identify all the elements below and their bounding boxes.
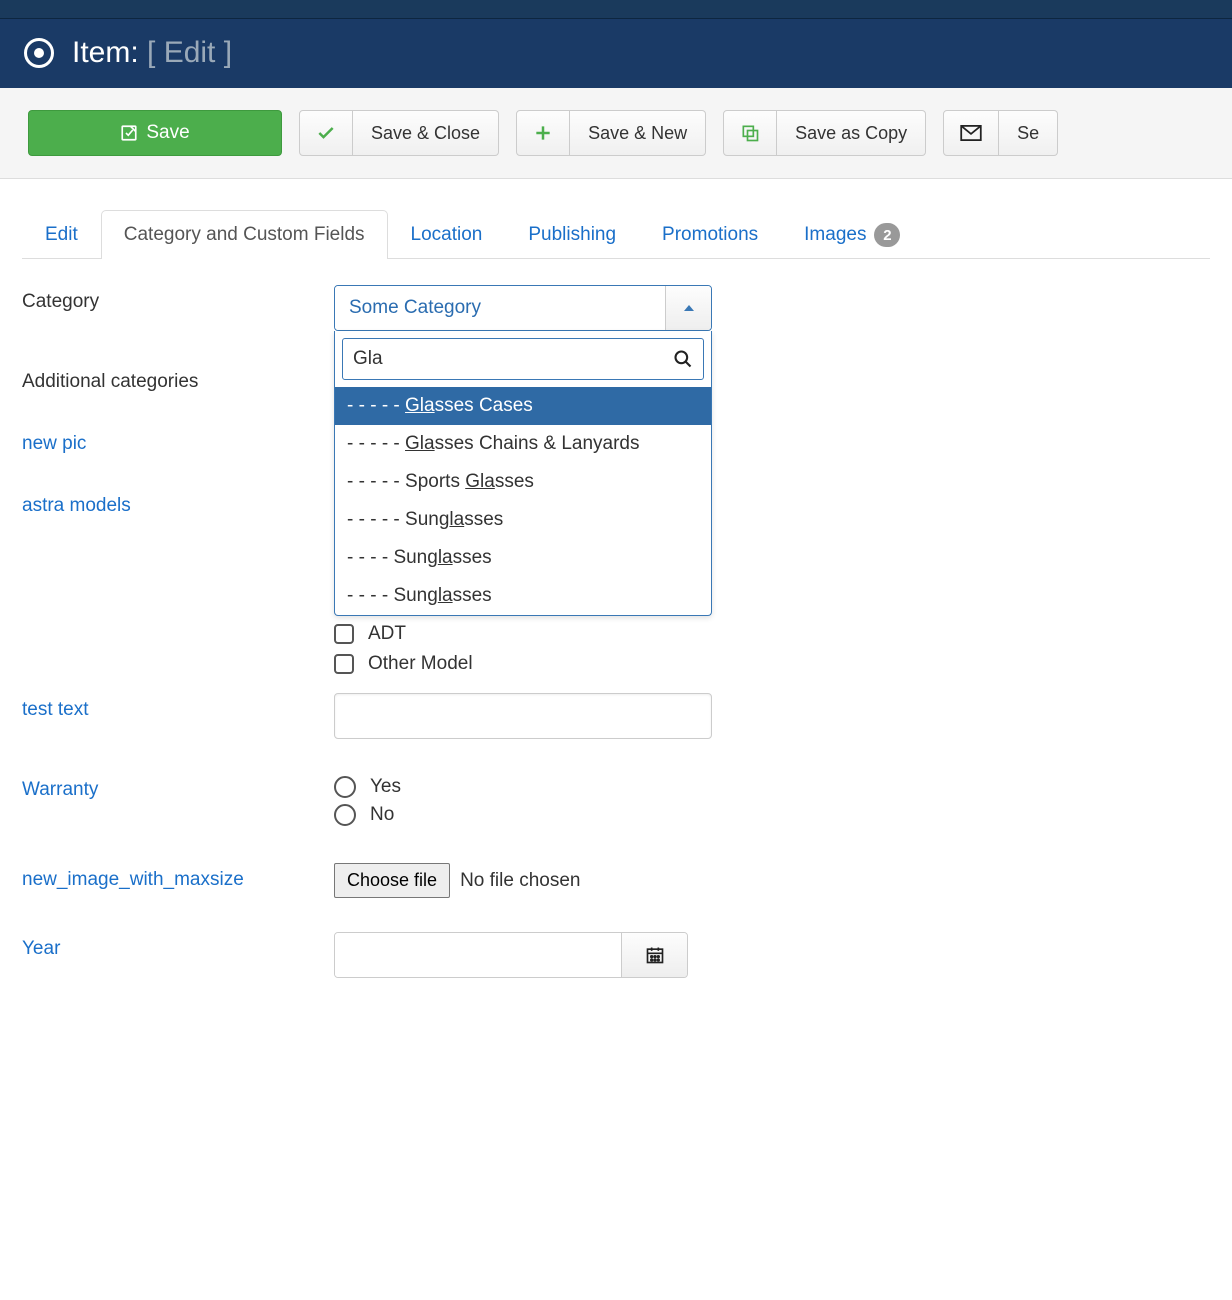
label-category: Category bbox=[22, 285, 334, 313]
form-body: Category Some Category - - - - - Glasses… bbox=[0, 259, 1232, 1038]
save-close-label: Save & Close bbox=[371, 123, 480, 144]
save-close-button[interactable]: Save & Close bbox=[353, 110, 499, 156]
category-search-field[interactable] bbox=[342, 338, 704, 380]
warranty-label: No bbox=[370, 804, 394, 826]
send-group: Se bbox=[943, 110, 1058, 156]
tab-location[interactable]: Location bbox=[388, 210, 506, 259]
row-new-image: new_image_with_maxsize Choose file No fi… bbox=[22, 863, 1210, 898]
year-field[interactable] bbox=[334, 932, 688, 978]
label-new-pic[interactable]: new pic bbox=[22, 427, 334, 455]
astra-model-option[interactable]: Other Model bbox=[334, 649, 473, 679]
category-option[interactable]: - - - - Sunglasses bbox=[335, 577, 711, 615]
test-text-control bbox=[334, 693, 712, 739]
save-copy-icon-button[interactable] bbox=[723, 110, 777, 156]
copy-icon bbox=[740, 123, 760, 143]
envelope-icon bbox=[960, 125, 982, 141]
title-prefix: Item: bbox=[72, 36, 139, 69]
year-input[interactable] bbox=[335, 933, 621, 977]
label-warranty[interactable]: Warranty bbox=[22, 773, 334, 801]
edit-save-icon bbox=[120, 124, 138, 142]
label-year[interactable]: Year bbox=[22, 932, 334, 960]
save-copy-label: Save as Copy bbox=[795, 123, 907, 144]
category-option[interactable]: - - - - - Sports Glasses bbox=[335, 463, 711, 501]
choose-file-button[interactable]: Choose file bbox=[334, 863, 450, 898]
radio-icon[interactable] bbox=[334, 776, 356, 798]
label-additional-categories: Additional categories bbox=[22, 365, 334, 393]
file-status-text: No file chosen bbox=[460, 870, 580, 892]
warranty-label: Yes bbox=[370, 776, 401, 798]
search-icon bbox=[673, 349, 693, 369]
year-calendar-button[interactable] bbox=[621, 933, 687, 977]
category-combobox[interactable]: Some Category bbox=[334, 285, 712, 331]
row-year: Year bbox=[22, 932, 1210, 978]
tab-bar: Edit Category and Custom Fields Location… bbox=[22, 209, 1210, 259]
send-icon-button[interactable] bbox=[943, 110, 999, 156]
save-button[interactable]: Save bbox=[28, 110, 282, 156]
top-menu-bar bbox=[0, 0, 1232, 19]
check-icon bbox=[316, 123, 336, 143]
save-copy-group: Save as Copy bbox=[723, 110, 926, 156]
row-warranty: Warranty Yes No bbox=[22, 773, 1210, 829]
plus-icon bbox=[533, 123, 553, 143]
item-target-icon bbox=[24, 38, 54, 68]
category-search-wrap bbox=[335, 331, 711, 387]
save-copy-button[interactable]: Save as Copy bbox=[777, 110, 926, 156]
save-new-icon-button[interactable] bbox=[516, 110, 570, 156]
label-astra-models[interactable]: astra models bbox=[22, 489, 334, 517]
save-new-group: Save & New bbox=[516, 110, 706, 156]
tab-category-custom-fields[interactable]: Category and Custom Fields bbox=[101, 210, 388, 259]
checkbox-icon[interactable] bbox=[334, 624, 354, 644]
images-count-badge: 2 bbox=[874, 223, 900, 247]
file-control: Choose file No file chosen bbox=[334, 863, 580, 898]
title-edit-suffix: [ Edit ] bbox=[147, 36, 232, 69]
astra-model-label: ADT bbox=[368, 623, 406, 645]
tab-edit[interactable]: Edit bbox=[22, 210, 101, 259]
category-control: Some Category - - - - - Glasses Cases- -… bbox=[334, 285, 712, 331]
year-control bbox=[334, 932, 688, 978]
save-new-button[interactable]: Save & New bbox=[570, 110, 706, 156]
send-label: Se bbox=[1017, 123, 1039, 144]
warranty-option[interactable]: No bbox=[334, 801, 401, 829]
test-text-input[interactable] bbox=[334, 693, 712, 739]
category-option[interactable]: - - - - - Glasses Chains & Lanyards bbox=[335, 425, 711, 463]
category-option-list: - - - - - Glasses Cases- - - - - Glasses… bbox=[335, 387, 711, 615]
row-category: Category Some Category - - - - - Glasses… bbox=[22, 285, 1210, 331]
category-search-input[interactable] bbox=[353, 348, 673, 370]
radio-icon[interactable] bbox=[334, 804, 356, 826]
category-option[interactable]: - - - - Sunglasses bbox=[335, 539, 711, 577]
label-test-text[interactable]: test text bbox=[22, 693, 334, 721]
save-label: Save bbox=[146, 122, 189, 144]
save-new-label: Save & New bbox=[588, 123, 687, 144]
send-button[interactable]: Se bbox=[999, 110, 1058, 156]
checkbox-icon[interactable] bbox=[334, 654, 354, 674]
category-toggle-button[interactable] bbox=[665, 286, 711, 330]
page-header: Item: [ Edit ] bbox=[0, 19, 1232, 88]
tab-promotions[interactable]: Promotions bbox=[639, 210, 781, 259]
category-option[interactable]: - - - - - Glasses Cases bbox=[335, 387, 711, 425]
astra-model-option[interactable]: ADT bbox=[334, 619, 473, 649]
astra-model-label: Other Model bbox=[368, 653, 473, 675]
save-close-group: Save & Close bbox=[299, 110, 499, 156]
row-test-text: test text bbox=[22, 693, 1210, 739]
page-title: Item: [ Edit ] bbox=[72, 36, 232, 70]
save-close-icon-button[interactable] bbox=[299, 110, 353, 156]
category-option[interactable]: - - - - - Sunglasses bbox=[335, 501, 711, 539]
label-new-image[interactable]: new_image_with_maxsize bbox=[22, 863, 334, 891]
category-dropdown: - - - - - Glasses Cases- - - - - Glasses… bbox=[334, 331, 712, 616]
calendar-icon bbox=[645, 945, 665, 965]
caret-up-icon bbox=[684, 305, 694, 311]
warranty-control: Yes No bbox=[334, 773, 401, 829]
tab-publishing[interactable]: Publishing bbox=[505, 210, 639, 259]
category-selected-value: Some Category bbox=[335, 286, 665, 330]
action-toolbar: Save Save & Close Save & New Save as Cop… bbox=[0, 88, 1232, 179]
warranty-option[interactable]: Yes bbox=[334, 773, 401, 801]
tab-images[interactable]: Images 2 bbox=[781, 210, 923, 259]
